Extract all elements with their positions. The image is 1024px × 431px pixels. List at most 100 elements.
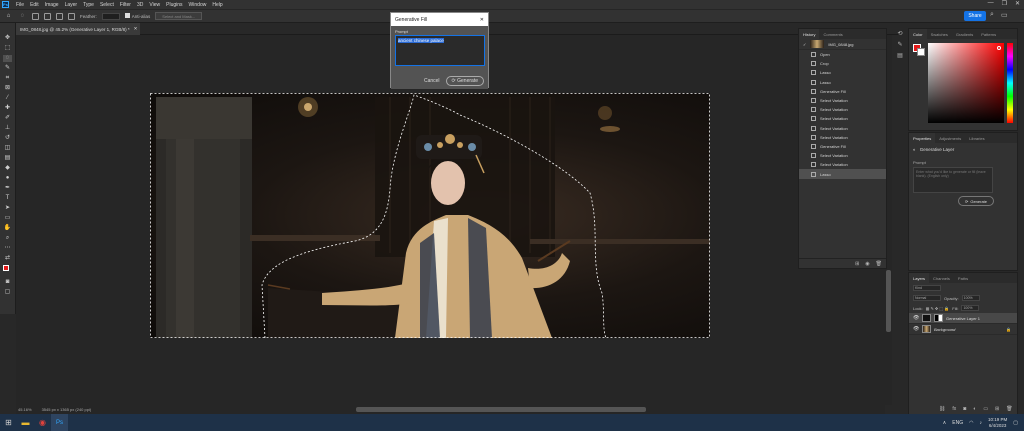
history-item[interactable]: Select Variation	[799, 133, 886, 142]
windows-start-icon[interactable]: ⊞	[0, 414, 17, 431]
close-window-button[interactable]: ✕	[1015, 0, 1020, 7]
group-icon[interactable]: ▭	[983, 406, 988, 412]
add-selection-icon[interactable]	[44, 12, 51, 20]
quick-mask-icon[interactable]: ◙	[3, 279, 12, 286]
home-icon[interactable]: ⌂	[4, 13, 13, 20]
tab-paths[interactable]: Paths	[954, 273, 972, 283]
stamp-tool-icon[interactable]: ⊥	[3, 125, 12, 132]
adjustment-layer-icon[interactable]: ◐	[973, 406, 976, 412]
fill-input[interactable]: 100%	[961, 305, 980, 311]
feather-input[interactable]	[101, 12, 120, 20]
history-item[interactable]: Lasso	[799, 68, 886, 77]
type-tool-icon[interactable]: T	[3, 195, 12, 202]
menu-help[interactable]: Help	[209, 2, 225, 8]
subtract-selection-icon[interactable]	[56, 12, 63, 20]
swap-colors-icon[interactable]: ⇄	[3, 255, 12, 262]
properties-generate-button[interactable]: ⟳ Generate	[958, 196, 994, 206]
history-item-selected[interactable]: Lasso	[799, 169, 886, 179]
history-panel-icon[interactable]: ⟲	[897, 30, 902, 37]
workspace-icon[interactable]: ▭	[1001, 11, 1008, 19]
more-tools-icon[interactable]: ⋯	[3, 245, 12, 252]
history-item[interactable]: Crop	[799, 59, 886, 68]
document-image[interactable]	[150, 93, 710, 338]
prompt-input[interactable]: ancient chinese palace	[395, 35, 485, 66]
intersect-selection-icon[interactable]	[68, 12, 75, 20]
menu-plugins[interactable]: Plugins	[163, 2, 185, 8]
comments-panel-icon[interactable]: ✎	[897, 41, 902, 48]
clock[interactable]: 10:19 PM 6/4/2023	[988, 417, 1007, 429]
lasso-tool-icon[interactable]: ◌	[3, 55, 12, 62]
new-selection-icon[interactable]	[32, 12, 39, 20]
history-item[interactable]: Open	[799, 50, 886, 59]
chrome-icon[interactable]: ◉	[34, 414, 51, 431]
menu-edit[interactable]: Edit	[27, 2, 42, 8]
tab-swatches[interactable]: Swatches	[927, 29, 952, 39]
history-item[interactable]: Select Variation	[799, 160, 886, 169]
brush-tool-icon[interactable]: ✐	[3, 115, 12, 122]
menu-image[interactable]: Image	[42, 2, 62, 8]
history-item[interactable]: Select Variation	[799, 151, 886, 160]
tab-layers[interactable]: Layers	[909, 273, 930, 283]
tab-color[interactable]: Color	[909, 29, 927, 39]
history-snapshot[interactable]: ✓ IMG_0848.jpg	[799, 39, 886, 50]
trash-icon[interactable]: 🗑	[1006, 406, 1012, 412]
history-brush-icon[interactable]: ↺	[3, 135, 12, 142]
zoom-tool-icon[interactable]: ⌕	[3, 235, 12, 242]
fx-icon[interactable]: fx	[952, 406, 956, 412]
properties-prompt-input[interactable]: Enter what you'd like to generate or fil…	[913, 167, 993, 193]
tab-channels[interactable]: Channels	[929, 273, 954, 283]
blend-mode-select[interactable]: Normal	[913, 295, 941, 301]
generate-button[interactable]: ⟳ Generate	[445, 76, 484, 86]
menu-select[interactable]: Select	[97, 2, 117, 8]
layer-row[interactable]: 👁 Generative Layer 1	[909, 313, 1017, 324]
camera-snapshot-icon[interactable]: ◉	[865, 261, 869, 267]
new-layer-icon[interactable]: ⊞	[995, 406, 999, 412]
notification-icon[interactable]: ▢	[1013, 420, 1018, 426]
background-color[interactable]	[917, 48, 925, 56]
tray-chevron-icon[interactable]: ∧	[943, 420, 947, 426]
dialog-titlebar[interactable]: Generative Fill ✕	[391, 13, 488, 26]
pen-tool-icon[interactable]: ✒	[3, 185, 12, 192]
libraries-panel-icon[interactable]: ▤	[897, 52, 903, 59]
antialias-checkbox[interactable]: Anti-alias	[124, 13, 150, 19]
color-picker-field[interactable]	[928, 43, 1004, 123]
tab-properties[interactable]: Properties	[909, 133, 936, 143]
history-item[interactable]: Select Variation	[799, 96, 886, 105]
foreground-color-swatch[interactable]	[3, 265, 12, 274]
menu-layer[interactable]: Layer	[62, 2, 81, 8]
dialog-close-icon[interactable]: ✕	[480, 17, 484, 23]
maximize-button[interactable]: ❐	[1002, 0, 1007, 7]
hand-tool-icon[interactable]: ✋	[3, 225, 12, 232]
hue-slider[interactable]	[1007, 43, 1013, 123]
shape-tool-icon[interactable]: ▭	[3, 215, 12, 222]
history-item[interactable]: Lasso	[799, 78, 886, 87]
blur-tool-icon[interactable]: ◆	[3, 165, 12, 172]
gradient-tool-icon[interactable]: ▤	[3, 155, 12, 162]
menu-file[interactable]: File	[13, 2, 27, 8]
opacity-input[interactable]: 100%	[961, 295, 980, 301]
tab-history[interactable]: History	[799, 29, 820, 39]
visibility-eye-icon[interactable]: 👁	[913, 326, 919, 332]
tab-adjustments[interactable]: Adjustments	[935, 133, 965, 143]
tab-patterns[interactable]: Patterns	[977, 29, 1000, 39]
search-icon[interactable]: ⌕	[990, 11, 994, 19]
dodge-tool-icon[interactable]: ●	[3, 175, 12, 182]
screen-mode-icon[interactable]: ▢	[3, 289, 12, 296]
visibility-eye-icon[interactable]: 👁	[913, 315, 919, 321]
path-select-icon[interactable]: ➤	[3, 205, 12, 212]
history-item[interactable]: Select Variation	[799, 124, 886, 133]
tab-libraries[interactable]: Libraries	[965, 133, 988, 143]
menu-filter[interactable]: Filter	[117, 2, 134, 8]
frame-tool-icon[interactable]: ⊠	[3, 85, 12, 92]
history-item[interactable]: Select Variation	[799, 114, 886, 123]
zoom-level[interactable]: 45.16%	[18, 407, 32, 412]
volume-icon[interactable]: ♪	[980, 420, 983, 426]
menu-type[interactable]: Type	[80, 2, 97, 8]
move-tool-icon[interactable]: ✥	[3, 35, 12, 42]
menu-view[interactable]: View	[146, 2, 163, 8]
tab-comments[interactable]: Comments	[819, 29, 846, 39]
vertical-scroll-thumb[interactable]	[886, 270, 891, 332]
lock-icons[interactable]: ▦ ✎ ✥ ⬚ 🔒	[926, 306, 950, 311]
eyedropper-icon[interactable]: ⁄	[3, 95, 12, 102]
history-item[interactable]: Generative Fill	[799, 87, 886, 96]
